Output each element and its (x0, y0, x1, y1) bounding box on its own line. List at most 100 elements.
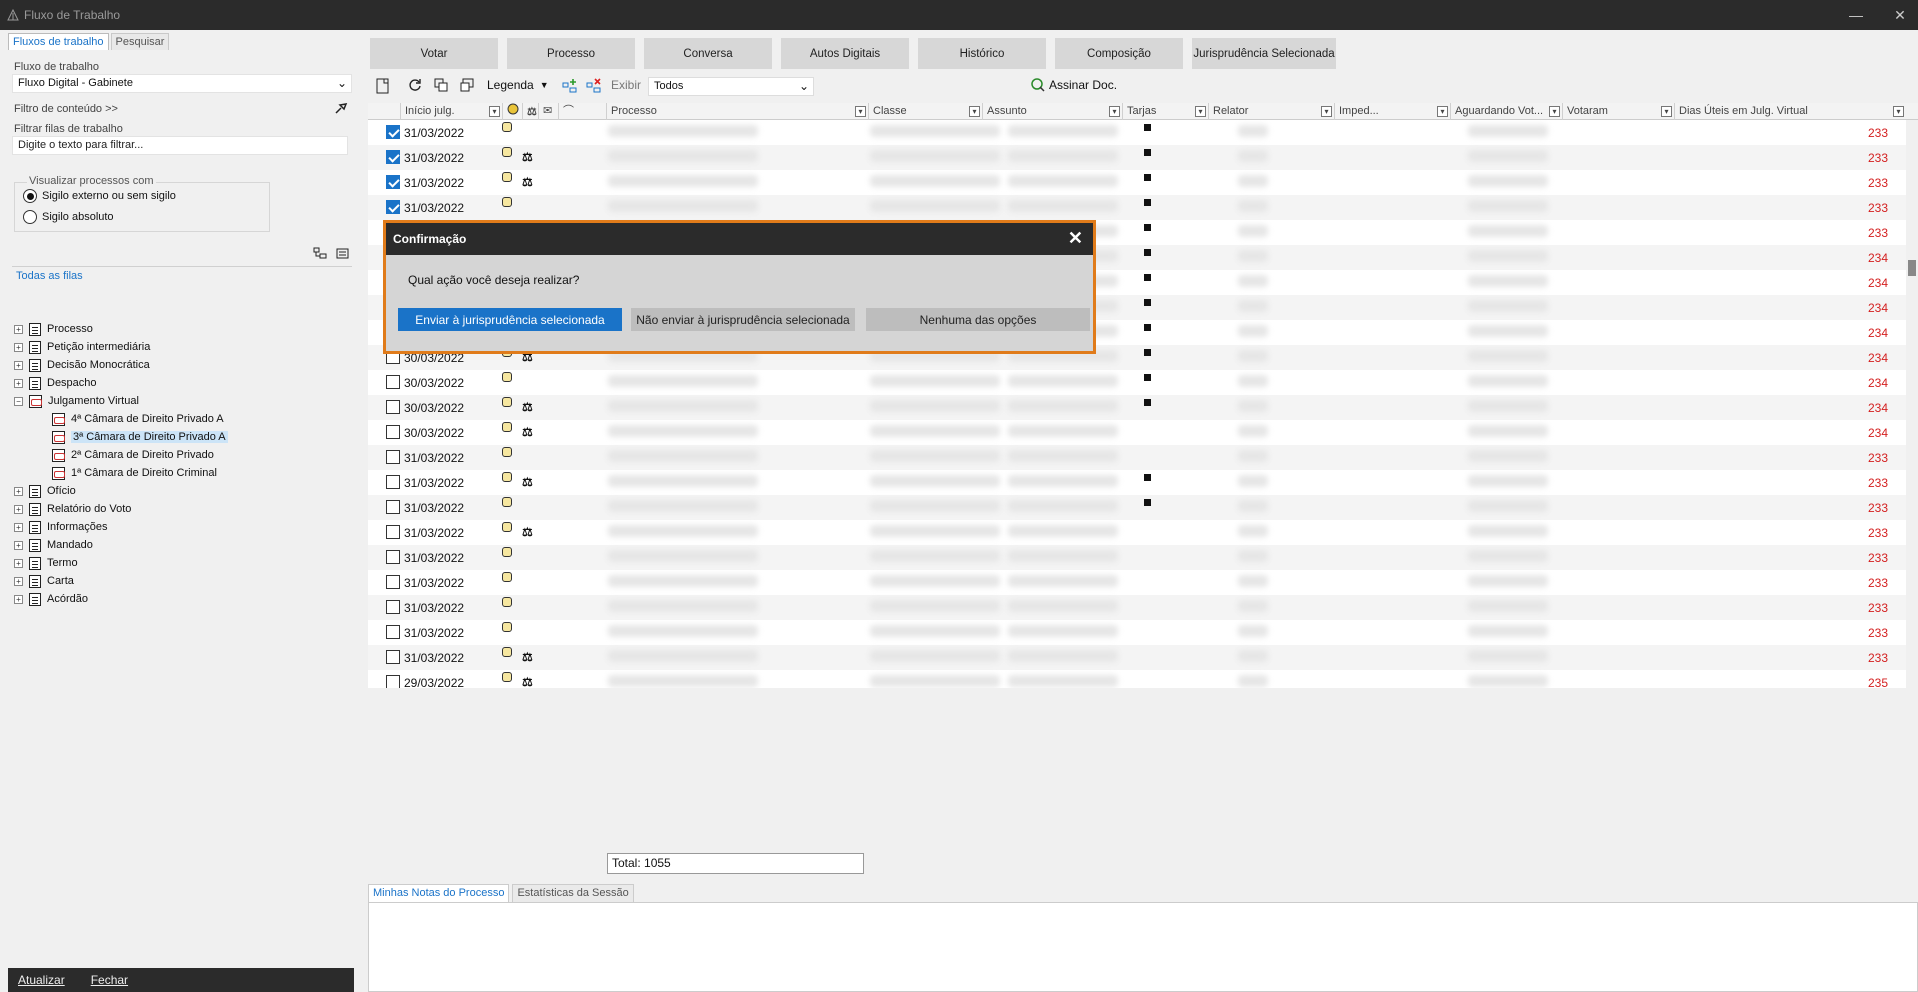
remove-tree-icon[interactable] (586, 78, 602, 94)
table-row[interactable]: 31/03/2022 233 (368, 620, 1906, 645)
tab-fluxos[interactable]: Fluxos de trabalho (8, 33, 109, 50)
atualizar-button[interactable]: Atualizar (18, 973, 65, 987)
filter-dropdown-icon[interactable]: ▾ (1437, 106, 1448, 117)
row-checkbox[interactable] (386, 375, 400, 389)
col-aguardando[interactable]: Aguardando Vot... ▾ (1450, 103, 1562, 120)
col-tarjas[interactable]: Tarjas ▾ (1122, 103, 1208, 120)
col-classe[interactable]: Classe ▾ (868, 103, 982, 120)
table-row[interactable]: 31/03/2022 233 (368, 195, 1906, 220)
filtrar-input[interactable]: Digite o texto para filtrar... (12, 136, 348, 155)
tree-item-termo[interactable]: + Termo (14, 554, 78, 572)
tree-item-peticao[interactable]: + Petição intermediária (14, 338, 150, 356)
row-checkbox[interactable] (386, 450, 400, 464)
table-row[interactable]: 31/03/2022 233 (368, 595, 1906, 620)
legenda-button[interactable]: Legenda ▼ (487, 78, 549, 92)
filter-dropdown-icon[interactable]: ▾ (1893, 106, 1904, 117)
composicao-button[interactable]: Composição (1055, 38, 1183, 69)
todas-filas-link[interactable]: Todas as filas (16, 270, 83, 282)
row-checkbox[interactable] (386, 400, 400, 414)
row-checkbox[interactable] (386, 650, 400, 664)
filter-dropdown-icon[interactable]: ▾ (1109, 106, 1120, 117)
filter-dropdown-icon[interactable]: ▾ (1195, 106, 1206, 117)
refresh-icon[interactable] (408, 78, 422, 92)
tree-item-oficio[interactable]: + Ofício (14, 482, 76, 500)
filter-dropdown-icon[interactable]: ▾ (969, 106, 980, 117)
table-row[interactable]: 31/03/2022 ⚖ 233 (368, 470, 1906, 495)
filter-dropdown-icon[interactable]: ▾ (489, 106, 500, 117)
conversa-button[interactable]: Conversa (644, 38, 772, 69)
row-checkbox[interactable] (386, 550, 400, 564)
table-row[interactable]: 30/03/2022 ⚖ 234 (368, 395, 1906, 420)
tree-item-despacho[interactable]: + Despacho (14, 374, 97, 392)
historico-button[interactable]: Histórico (918, 38, 1046, 69)
enviar-jurisprudencia-button[interactable]: Enviar à jurisprudência selecionada (398, 308, 622, 331)
tree-item-decisao[interactable]: + Decisão Monocrática (14, 356, 150, 374)
tab-minhas-notas[interactable]: Minhas Notas do Processo (368, 884, 510, 902)
nenhuma-opcao-button[interactable]: Nenhuma das opções (866, 308, 1090, 331)
col-processo[interactable]: Processo ▾ (606, 103, 868, 120)
fechar-button[interactable]: Fechar (91, 973, 128, 987)
table-row[interactable]: 31/03/2022 233 (368, 570, 1906, 595)
processo-button[interactable]: Processo (507, 38, 635, 69)
clear-filter-icon[interactable] (334, 101, 348, 118)
table-row[interactable]: 31/03/2022 ⚖ 233 (368, 170, 1906, 195)
table-row[interactable]: 31/03/2022 ⚖ 233 (368, 145, 1906, 170)
tree-item-julgamento-virtual[interactable]: − Julgamento Virtual (14, 392, 139, 410)
tree-item-carta[interactable]: + Carta (14, 572, 74, 590)
table-row[interactable]: 31/03/2022 233 (368, 545, 1906, 570)
close-icon[interactable]: ✕ (1068, 228, 1083, 249)
tree-collapse-icon[interactable] (336, 247, 350, 264)
duplicate-icon[interactable] (460, 78, 474, 92)
tree-item-relatorio[interactable]: + Relatório do Voto (14, 500, 131, 518)
fluxo-select[interactable]: Fluxo Digital - Gabinete ⌄ (12, 74, 352, 93)
row-checkbox[interactable] (386, 200, 400, 214)
row-checkbox[interactable] (386, 575, 400, 589)
col-dias-uteis[interactable]: Dias Úteis em Julg. Virtual ▾ (1674, 103, 1906, 120)
col-relator[interactable]: Relator ▾ (1208, 103, 1334, 120)
tab-estatisticas[interactable]: Estatísticas da Sessão (512, 884, 634, 902)
table-row[interactable]: 29/03/2022 ⚖ 235 (368, 670, 1906, 688)
table-row[interactable]: 31/03/2022 233 (368, 445, 1906, 470)
row-checkbox[interactable] (386, 475, 400, 489)
tree-item-mandado[interactable]: + Mandado (14, 536, 93, 554)
tree-item-2-camara[interactable]: 2ª Câmara de Direito Privado (52, 446, 214, 464)
exibir-select[interactable]: Todos ⌄ (648, 77, 814, 96)
col-balance-icon[interactable]: ⚖ (522, 103, 538, 120)
tab-pesquisar[interactable]: Pesquisar (110, 33, 170, 50)
row-checkbox[interactable] (386, 525, 400, 539)
col-status-icon[interactable] (502, 103, 522, 120)
new-document-icon[interactable] (376, 78, 390, 94)
radio-sigilo-absoluto[interactable]: Sigilo absoluto (23, 210, 114, 224)
assinar-button[interactable]: Assinar Doc. (1031, 78, 1117, 92)
col-mail-icon[interactable]: ✉ (538, 103, 558, 120)
votar-button[interactable]: Votar (370, 38, 498, 69)
autos-digitais-button[interactable]: Autos Digitais (781, 38, 909, 69)
tree-item-1-camara-criminal[interactable]: 1ª Câmara de Direito Criminal (52, 464, 217, 482)
filter-dropdown-icon[interactable]: ▾ (1549, 106, 1560, 117)
row-checkbox[interactable] (386, 600, 400, 614)
copy-icon[interactable] (434, 78, 448, 92)
tree-item-3-camara[interactable]: 3ª Câmara de Direito Privado A (52, 428, 228, 446)
nao-enviar-jurisprudencia-button[interactable]: Não enviar à jurisprudência selecionada (631, 308, 855, 331)
tree-item-4-camara[interactable]: 4ª Câmara de Direito Privado A (52, 410, 224, 428)
filter-dropdown-icon[interactable]: ▾ (1321, 106, 1332, 117)
minimize-icon[interactable]: — (1834, 0, 1878, 30)
radio-sigilo-externo[interactable]: Sigilo externo ou sem sigilo (23, 189, 176, 203)
col-votaram[interactable]: Votaram ▾ (1562, 103, 1674, 120)
col-inicio-julg[interactable]: Início julg. ▾ (400, 103, 502, 120)
add-tree-icon[interactable] (562, 78, 578, 94)
table-row[interactable]: 30/03/2022 ⚖ 234 (368, 420, 1906, 445)
tree-item-processo[interactable]: + Processo (14, 320, 93, 338)
notes-area[interactable] (368, 902, 1918, 992)
col-assunto[interactable]: Assunto ▾ (982, 103, 1122, 120)
close-window-icon[interactable]: ✕ (1878, 0, 1918, 30)
row-checkbox[interactable] (386, 175, 400, 189)
row-checkbox[interactable] (386, 675, 400, 688)
table-row[interactable]: 30/03/2022 234 (368, 370, 1906, 395)
table-row[interactable]: 31/03/2022 233 (368, 495, 1906, 520)
filter-dropdown-icon[interactable]: ▾ (1661, 106, 1672, 117)
tree-item-informacoes[interactable]: + Informações (14, 518, 108, 536)
col-clip-icon[interactable]: ⌒ (558, 103, 606, 120)
tree-expand-icon[interactable] (312, 246, 328, 265)
row-checkbox[interactable] (386, 500, 400, 514)
